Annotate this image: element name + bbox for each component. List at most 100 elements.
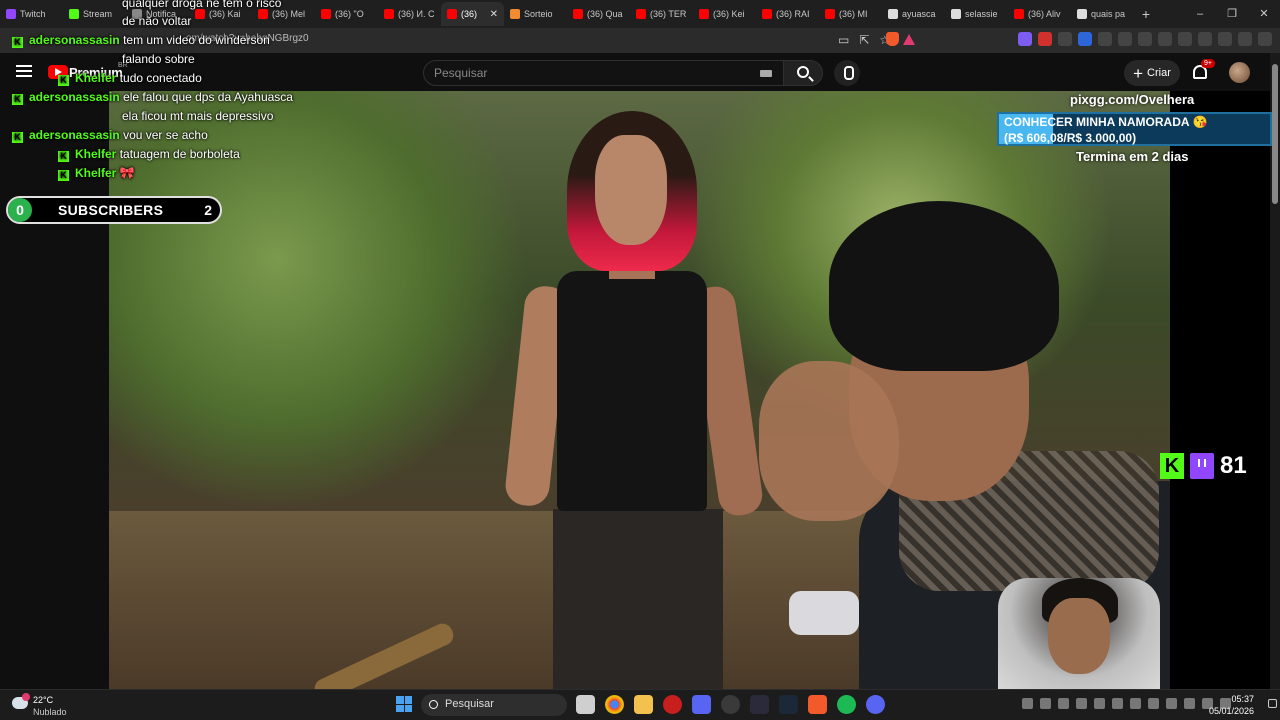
tab-favicon-icon bbox=[636, 9, 646, 19]
taskbar-search-input[interactable]: Pesquisar bbox=[421, 694, 567, 716]
brave-lion-icon[interactable] bbox=[886, 32, 899, 46]
brave-icon[interactable] bbox=[808, 695, 827, 714]
restore-button[interactable]: ❐ bbox=[1216, 0, 1248, 28]
search-placeholder: Pesquisar bbox=[434, 66, 488, 80]
tray-icon[interactable] bbox=[1058, 698, 1069, 709]
tab-label: (36) TER bbox=[650, 9, 687, 19]
extension-icon[interactable] bbox=[1078, 32, 1092, 46]
browser-tab[interactable]: (36) TER bbox=[630, 2, 693, 26]
steam-icon[interactable] bbox=[779, 695, 798, 714]
pix-goal-amount: (R$ 606,08/R$ 3.000,00) bbox=[1004, 131, 1137, 145]
sidebar-icon[interactable] bbox=[1178, 32, 1192, 46]
menu-icon[interactable] bbox=[1258, 32, 1272, 46]
weather-widget[interactable]: 22°C Nublado bbox=[12, 693, 92, 719]
subscribers-label: SUBSCRIBERS bbox=[58, 202, 164, 218]
keyboard-icon[interactable] bbox=[760, 70, 772, 77]
new-tab-button[interactable]: + bbox=[1134, 6, 1158, 22]
speaker-icon[interactable] bbox=[1184, 698, 1195, 709]
close-window-button[interactable]: ✕ bbox=[1248, 0, 1280, 28]
browser-tab[interactable]: (36) RAI bbox=[756, 2, 819, 26]
windows-start-icon[interactable] bbox=[396, 696, 412, 712]
chat-message: K Khelfer tudo conectado bbox=[58, 71, 202, 86]
app-icon[interactable] bbox=[750, 695, 769, 714]
extension-icon[interactable] bbox=[1138, 32, 1152, 46]
kick-badge-icon: K bbox=[12, 132, 23, 143]
tray-icon[interactable] bbox=[1040, 698, 1051, 709]
music-icon[interactable] bbox=[1158, 32, 1172, 46]
tray-icon[interactable] bbox=[1130, 698, 1141, 709]
notification-icon[interactable] bbox=[1268, 699, 1277, 708]
pix-goal-bar: CONHECER MINHA NAMORADA 😘 (R$ 606,08/R$ … bbox=[997, 112, 1272, 146]
tab-label: (36) MI bbox=[839, 9, 868, 19]
chrome-icon[interactable] bbox=[605, 695, 624, 714]
browser-tab[interactable]: selassie bbox=[945, 2, 1008, 26]
stream-chat-overlay: qualquer droga ne tem o risco de não volt… bbox=[0, 0, 400, 190]
tray-icon[interactable] bbox=[1076, 698, 1087, 709]
file-explorer-icon[interactable] bbox=[634, 695, 653, 714]
notification-badge: 9+ bbox=[1201, 59, 1215, 68]
chat-message: Kadersonassasin ele falou que dps da Aya… bbox=[12, 90, 293, 105]
browser-tab[interactable]: ayuasca bbox=[882, 2, 945, 26]
task-view-icon[interactable] bbox=[576, 695, 595, 714]
cast-icon[interactable]: ▭ bbox=[838, 33, 849, 47]
clock-date: 05/01/2026 bbox=[1208, 706, 1254, 716]
browser-tab[interactable]: (36) ✕ bbox=[441, 2, 504, 26]
chat-message: Kadersonassasin tem um video do winderso… bbox=[12, 33, 270, 48]
windows-taskbar: 22°C Nublado Pesquisar 05:37 05/01/2026 bbox=[0, 689, 1280, 720]
streamer-webcam bbox=[998, 578, 1160, 690]
extension-icon[interactable] bbox=[1038, 32, 1052, 46]
browser-tab[interactable]: (36) Qua bbox=[567, 2, 630, 26]
extension-icon[interactable] bbox=[1018, 32, 1032, 46]
discord-icon[interactable] bbox=[866, 695, 885, 714]
pix-goal-title: CONHECER MINHA NAMORADA 😘 bbox=[1004, 115, 1208, 129]
shield-icon[interactable] bbox=[1238, 32, 1252, 46]
brave-shields[interactable] bbox=[886, 32, 916, 48]
kick-badge-icon: K bbox=[58, 151, 69, 162]
browser-tab[interactable]: (36) MI bbox=[819, 2, 882, 26]
create-button[interactable]: + Criar bbox=[1124, 60, 1180, 86]
extensions-toolbar bbox=[1018, 32, 1272, 46]
viewer-count: 81 bbox=[1220, 452, 1247, 479]
browser-tab[interactable]: (36) Kei bbox=[693, 2, 756, 26]
chat-username: adersonassasin bbox=[29, 128, 120, 142]
share-icon[interactable]: ⇱ bbox=[859, 33, 869, 47]
search-icon bbox=[797, 66, 809, 78]
minimize-button[interactable]: – bbox=[1184, 0, 1216, 28]
close-tab-icon[interactable]: ✕ bbox=[490, 9, 498, 20]
wifi-icon[interactable] bbox=[1166, 698, 1177, 709]
chat-message: ela ficou mt mais depressivo bbox=[122, 109, 273, 123]
chat-username: adersonassasin bbox=[29, 90, 120, 104]
subscribers-widget: 0 SUBSCRIBERS 2 bbox=[6, 196, 222, 224]
extension-icon[interactable] bbox=[1098, 32, 1112, 46]
kick-badge-icon: K bbox=[12, 94, 23, 105]
chat-text: 🎀 bbox=[119, 166, 135, 180]
wallet-icon[interactable] bbox=[1198, 32, 1212, 46]
opera-icon[interactable] bbox=[663, 695, 682, 714]
browser-tab[interactable]: quais pa bbox=[1071, 2, 1134, 26]
spotify-icon[interactable] bbox=[837, 695, 856, 714]
extension-icon[interactable] bbox=[1058, 32, 1072, 46]
tab-label: Sorteio bbox=[524, 9, 553, 19]
kick-badge-icon: K bbox=[12, 37, 23, 48]
voice-search-button[interactable] bbox=[834, 60, 860, 86]
scrollbar-thumb[interactable] bbox=[1272, 64, 1278, 204]
search-input[interactable]: Pesquisar bbox=[423, 60, 785, 86]
app-icon[interactable] bbox=[721, 695, 740, 714]
extension-icon[interactable] bbox=[1118, 32, 1132, 46]
browser-tab[interactable]: (36) Aliv bbox=[1008, 2, 1071, 26]
tab-label: ayuasca bbox=[902, 9, 936, 19]
search-button[interactable] bbox=[783, 60, 823, 86]
tray-icon[interactable] bbox=[1112, 698, 1123, 709]
tray-icon[interactable] bbox=[1094, 698, 1105, 709]
avatar[interactable] bbox=[1229, 62, 1250, 83]
chat-text: tem um video do winderson bbox=[123, 33, 270, 47]
taskbar-clock[interactable]: 05:37 05/01/2026 bbox=[1208, 693, 1254, 717]
brave-rewards-icon[interactable] bbox=[903, 34, 915, 45]
vpn-icon[interactable] bbox=[1218, 32, 1232, 46]
clock-time: 05:37 bbox=[1231, 694, 1254, 704]
app-icon[interactable] bbox=[692, 695, 711, 714]
tray-icon[interactable] bbox=[1022, 698, 1033, 709]
window-controls: – ❐ ✕ bbox=[1184, 0, 1280, 28]
tray-icon[interactable] bbox=[1148, 698, 1159, 709]
browser-tab[interactable]: Sorteio bbox=[504, 2, 567, 26]
